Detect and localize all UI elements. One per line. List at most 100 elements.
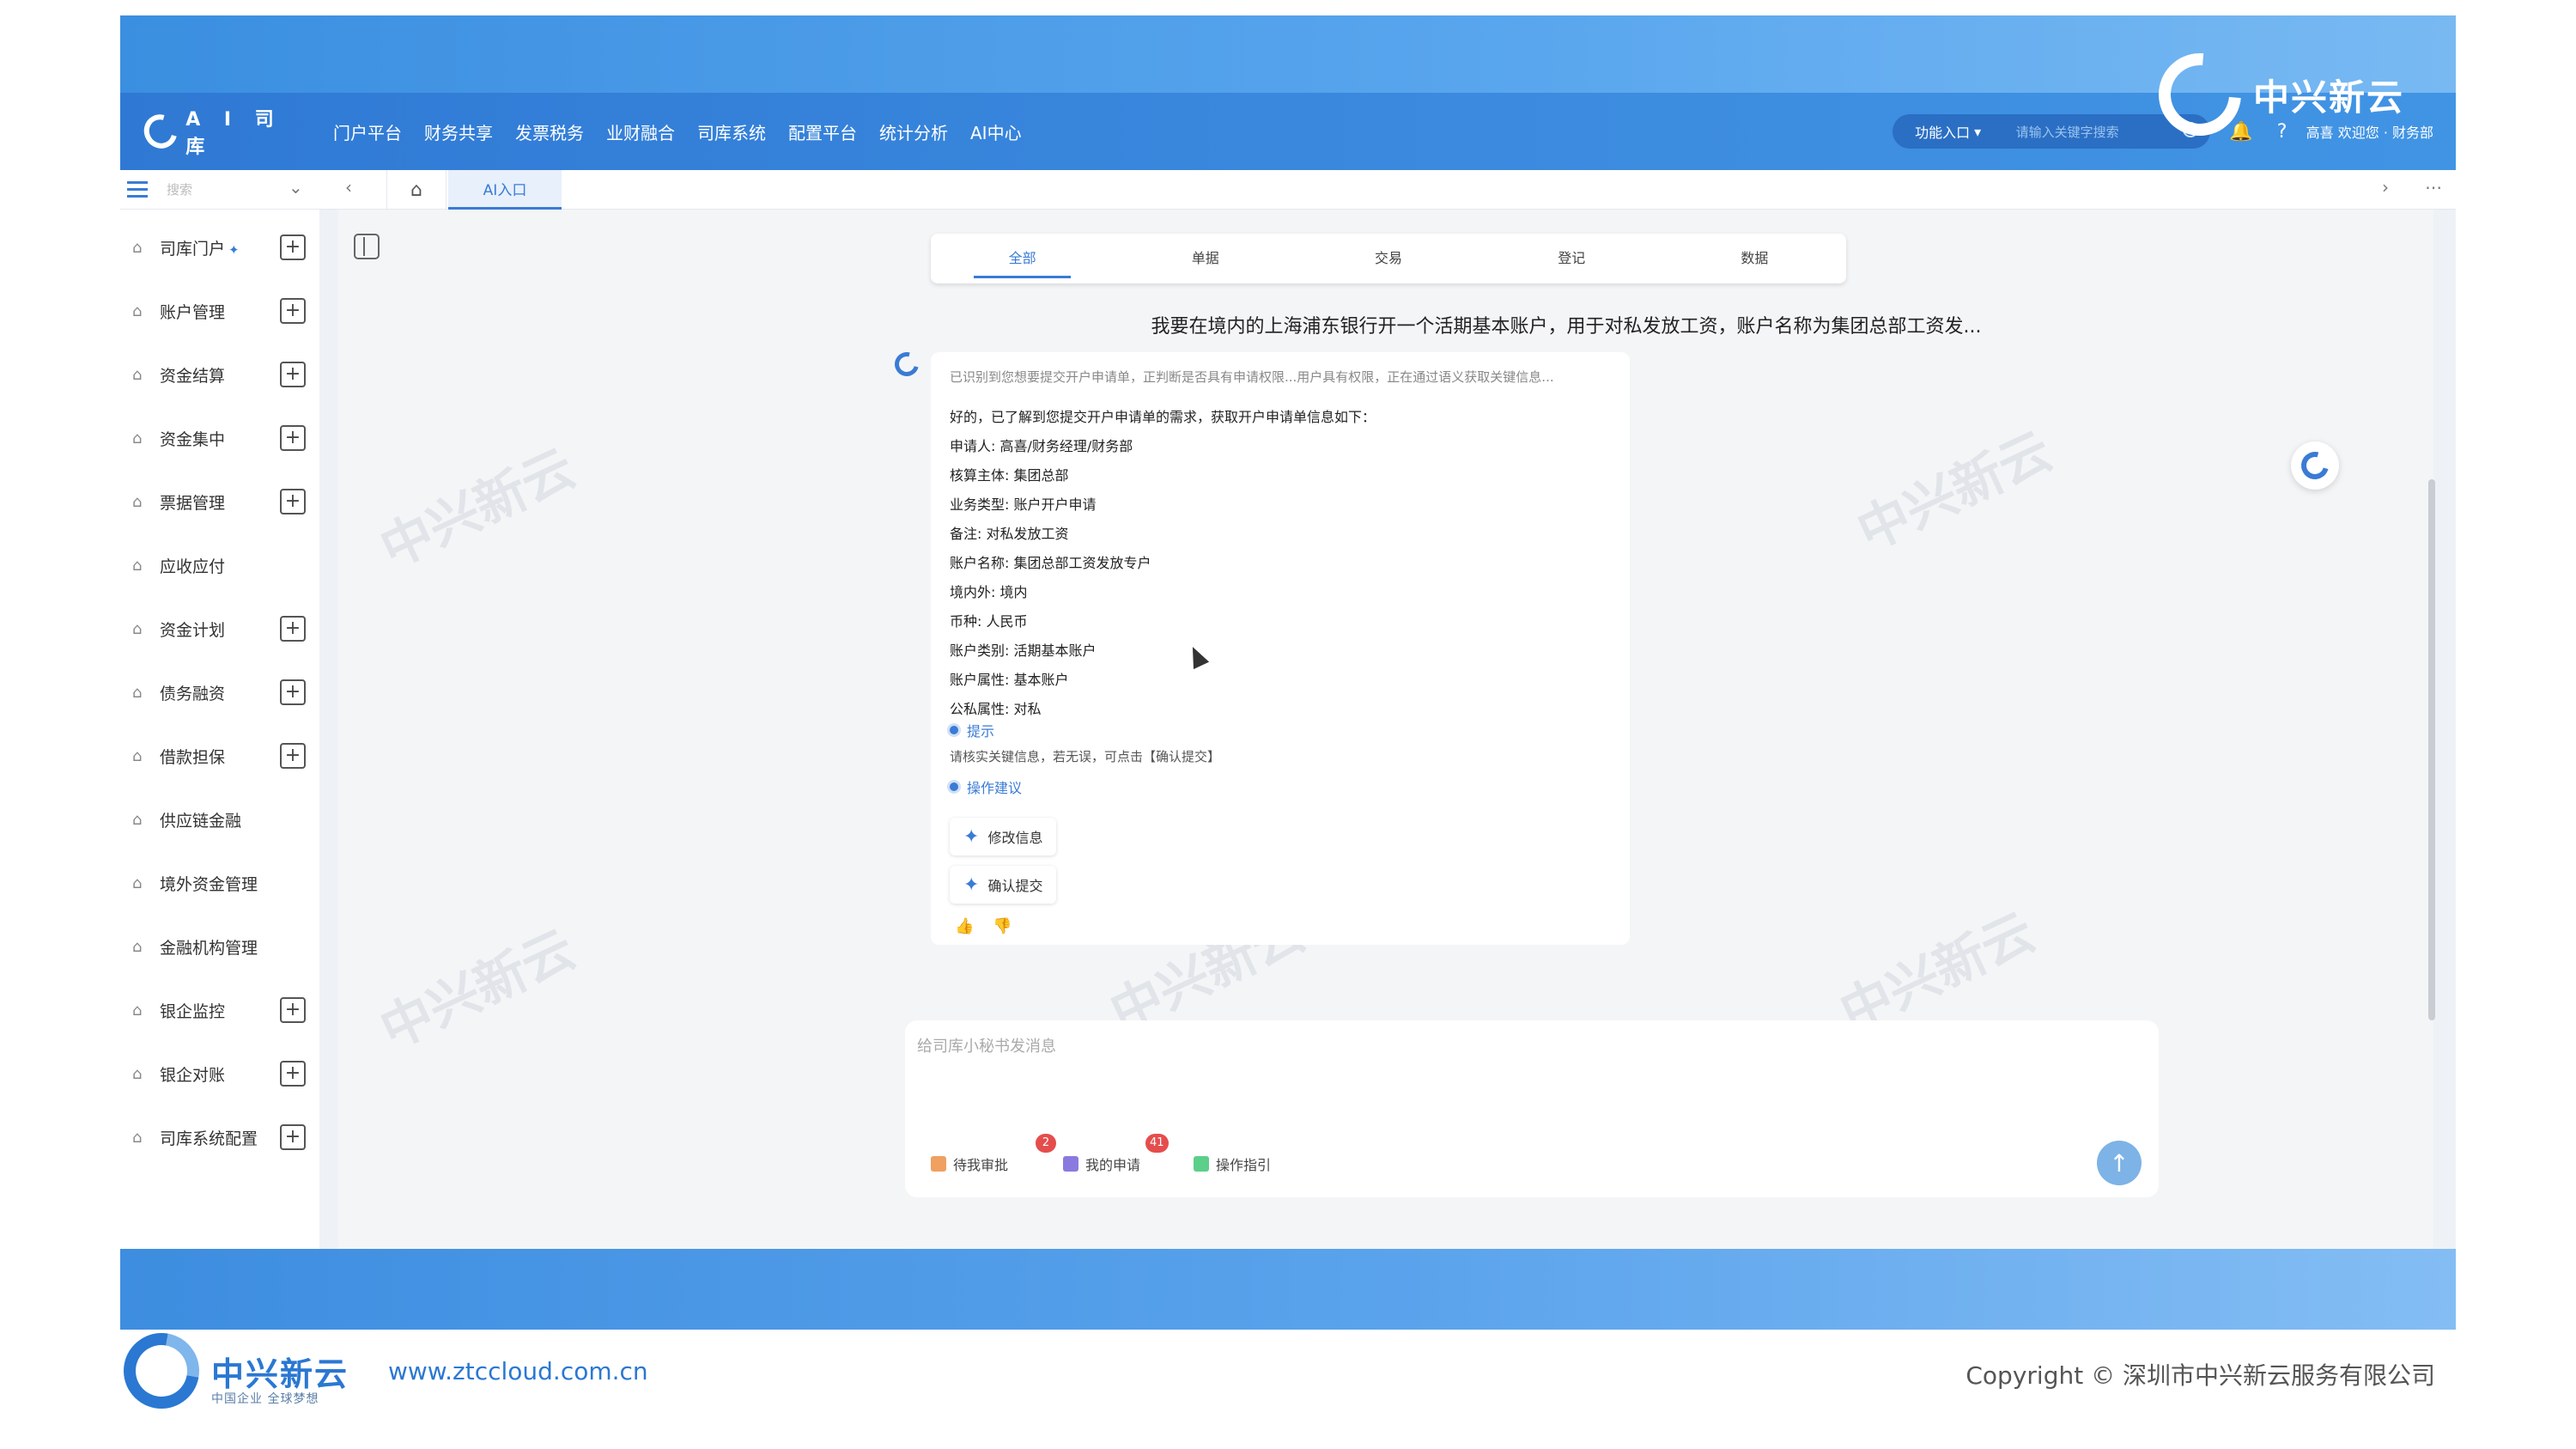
chip-operation-guide[interactable]: 操作指引 <box>1194 1151 1271 1177</box>
menu-item-finance-sharing[interactable]: 财务共享 <box>424 119 493 144</box>
panel-collapse-icon[interactable] <box>354 234 380 259</box>
expand-plus-button[interactable]: + <box>280 679 306 705</box>
menu-item-treasury-system[interactable]: 司库系统 <box>697 119 766 144</box>
sidebar-item-label: 账户管理 <box>160 302 226 322</box>
expand-plus-button[interactable]: + <box>280 489 306 514</box>
sidebar-item-fund-plan[interactable]: ⌂ 资金计划 + <box>120 603 319 654</box>
sidebar-item-overseas-fund[interactable]: ⌂ 境外资金管理 <box>120 857 319 909</box>
more-icon[interactable]: ⋯ <box>2425 177 2442 198</box>
chevron-right-icon[interactable]: › <box>2382 177 2389 198</box>
home-icon: ⌂ <box>132 746 143 765</box>
sidebar-item-label: 银企监控 <box>160 1002 226 1021</box>
message-composer[interactable]: 给司库小秘书发消息 待我审批 2 我的申请 41 操作指引 ↑ <box>905 1020 2159 1197</box>
expand-plus-button[interactable]: + <box>280 1124 306 1150</box>
chip-pending-approval[interactable]: 待我审批 2 <box>931 1134 1056 1177</box>
tab-transactions[interactable]: 交易 <box>1297 234 1479 283</box>
global-search-placeholder: 请输入关键字搜索 <box>2015 124 2119 140</box>
tab-registration[interactable]: 登记 <box>1480 234 1663 283</box>
sparkle-icon: ✦ <box>228 241 240 258</box>
expand-plus-button[interactable]: + <box>280 997 306 1023</box>
thumbs-down-icon[interactable]: 👎 <box>993 917 1012 935</box>
chip-my-applications[interactable]: 我的申请 41 <box>1063 1134 1169 1177</box>
sidebar-item-label: 司库系统配置 <box>160 1129 258 1148</box>
assistant-answer-card: 已识别到您想要提交开户申请单，正判断是否具有申请权限...用户具有权限，正在通过… <box>931 352 1630 945</box>
menu-item-statistics[interactable]: 统计分析 <box>879 119 948 144</box>
menu-item-portal[interactable]: 门户平台 <box>333 119 402 144</box>
floating-assistant-button[interactable] <box>2291 441 2339 490</box>
sidebar-item-account-management[interactable]: ⌂ 账户管理 + <box>120 285 319 337</box>
tab-documents[interactable]: 单据 <box>1114 234 1297 283</box>
sidebar-item-debt-financing[interactable]: ⌂ 债务融资 + <box>120 667 319 718</box>
menu-item-config-platform[interactable]: 配置平台 <box>788 119 857 144</box>
suggestion-title: 操作建议 <box>967 780 1023 796</box>
send-button[interactable]: ↑ <box>2097 1141 2142 1185</box>
sidebar-item-label: 借款担保 <box>160 747 226 767</box>
home-icon: ⌂ <box>132 619 143 638</box>
field-currency: 币种: 人民币 <box>950 613 1028 630</box>
footer-website-link[interactable]: www.ztccloud.com.cn <box>388 1357 648 1385</box>
guide-icon <box>1194 1156 1209 1172</box>
sparkle-icon: ✦ <box>963 825 980 848</box>
sidebar-item-label: 金融机构管理 <box>160 938 258 958</box>
menu-item-ai-center[interactable]: AI中心 <box>970 119 1022 144</box>
expand-plus-button[interactable]: + <box>280 1061 306 1087</box>
sidebar-item-label: 应收应付 <box>160 557 226 576</box>
home-icon: ⌂ <box>132 492 143 511</box>
message-input-placeholder[interactable]: 给司库小秘书发消息 <box>917 1034 1056 1056</box>
answer-intro: 好的，已了解到您提交开户申请单的需求，获取开户申请单信息如下： <box>950 409 1376 425</box>
expand-plus-button[interactable]: + <box>280 298 306 324</box>
sidebar-item-fund-concentration[interactable]: ⌂ 资金集中 + <box>120 412 319 464</box>
tab-ai-entry[interactable]: AI入口 <box>448 170 562 210</box>
home-icon: ⌂ <box>132 365 143 384</box>
sidebar-item-label: 资金集中 <box>160 429 226 449</box>
sidebar-item-receivable-payable[interactable]: ⌂ 应收应付 <box>120 539 319 591</box>
sidebar-item-fund-settlement[interactable]: ⌂ 资金结算 + <box>120 349 319 400</box>
field-business-type: 业务类型: 账户开户申请 <box>950 496 1097 513</box>
tab-data[interactable]: 数据 <box>1663 234 1846 283</box>
function-entry-dropdown[interactable]: 功能入口 ▾ <box>1892 114 2004 149</box>
zhongxing-cloud-logo-icon <box>108 1318 215 1424</box>
chip-label: 我的申请 <box>1085 1157 1141 1173</box>
chip-label: 待我审批 <box>953 1157 1009 1173</box>
home-tab[interactable]: ⌂ <box>386 170 447 210</box>
sidebar-item-label: 银企对账 <box>160 1065 226 1085</box>
app-window: A I 司 库 门户平台 财务共享 发票税务 业财融合 司库系统 配置平台 统计… <box>120 15 2456 1330</box>
function-entry-label: 功能入口 <box>1915 125 1971 141</box>
thumbs-up-icon[interactable]: 👍 <box>955 917 974 935</box>
sidebar-item-label: 供应链金融 <box>160 811 242 831</box>
caret-down-icon: ▾ <box>1974 123 1982 140</box>
home-icon: ⌂ <box>132 429 143 447</box>
confirm-submit-button[interactable]: ✦ 确认提交 <box>950 866 1057 904</box>
expand-plus-button[interactable]: + <box>280 234 306 260</box>
sidebar-item-loan-guarantee[interactable]: ⌂ 借款担保 + <box>120 730 319 782</box>
top-decoration-band <box>120 15 2456 93</box>
sidebar-item-bank-reconciliation[interactable]: ⌂ 银企对账 + <box>120 1048 319 1099</box>
home-icon: ⌂ <box>132 301 143 320</box>
menu-item-business-finance[interactable]: 业财融合 <box>606 119 675 144</box>
expand-plus-button[interactable]: + <box>280 362 306 387</box>
chevron-down-icon[interactable]: ⌄ <box>289 177 303 198</box>
app-logo-text: A I 司 库 <box>185 109 283 158</box>
expand-plus-button[interactable]: + <box>280 616 306 642</box>
arrow-up-icon: ↑ <box>2109 1148 2129 1178</box>
expand-plus-button[interactable]: + <box>280 425 306 451</box>
confirm-submit-label: 确认提交 <box>987 878 1043 894</box>
sidebar-item-financial-institution[interactable]: ⌂ 金融机构管理 <box>120 921 319 972</box>
menu-item-invoice-tax[interactable]: 发票税务 <box>515 119 584 144</box>
sidebar-item-bank-monitor[interactable]: ⌂ 银企监控 + <box>120 984 319 1036</box>
bottom-decoration-band <box>120 1249 2456 1330</box>
home-icon: ⌂ <box>132 937 143 956</box>
brand-watermark-logo: 中兴新云 <box>2142 36 2404 153</box>
app-logo[interactable]: A I 司 库 <box>137 104 316 159</box>
sidebar-item-treasury-config[interactable]: ⌂ 司库系统配置 + <box>120 1111 319 1163</box>
sidebar-item-treasury-portal[interactable]: ⌂ 司库门户 ✦ + <box>120 222 319 273</box>
sidebar-item-bill-management[interactable]: ⌂ 票据管理 + <box>120 476 319 527</box>
tab-all[interactable]: 全部 <box>931 234 1114 283</box>
sidebar-toggle-icon[interactable] <box>127 181 148 198</box>
expand-plus-button[interactable]: + <box>280 743 306 769</box>
home-icon: ⌂ <box>132 556 143 575</box>
scrollbar[interactable] <box>2428 479 2435 1020</box>
chevron-left-icon[interactable]: ‹ <box>345 177 352 198</box>
modify-info-button[interactable]: ✦ 修改信息 <box>950 818 1057 855</box>
sidebar-item-supply-chain-finance[interactable]: ⌂ 供应链金融 <box>120 794 319 845</box>
